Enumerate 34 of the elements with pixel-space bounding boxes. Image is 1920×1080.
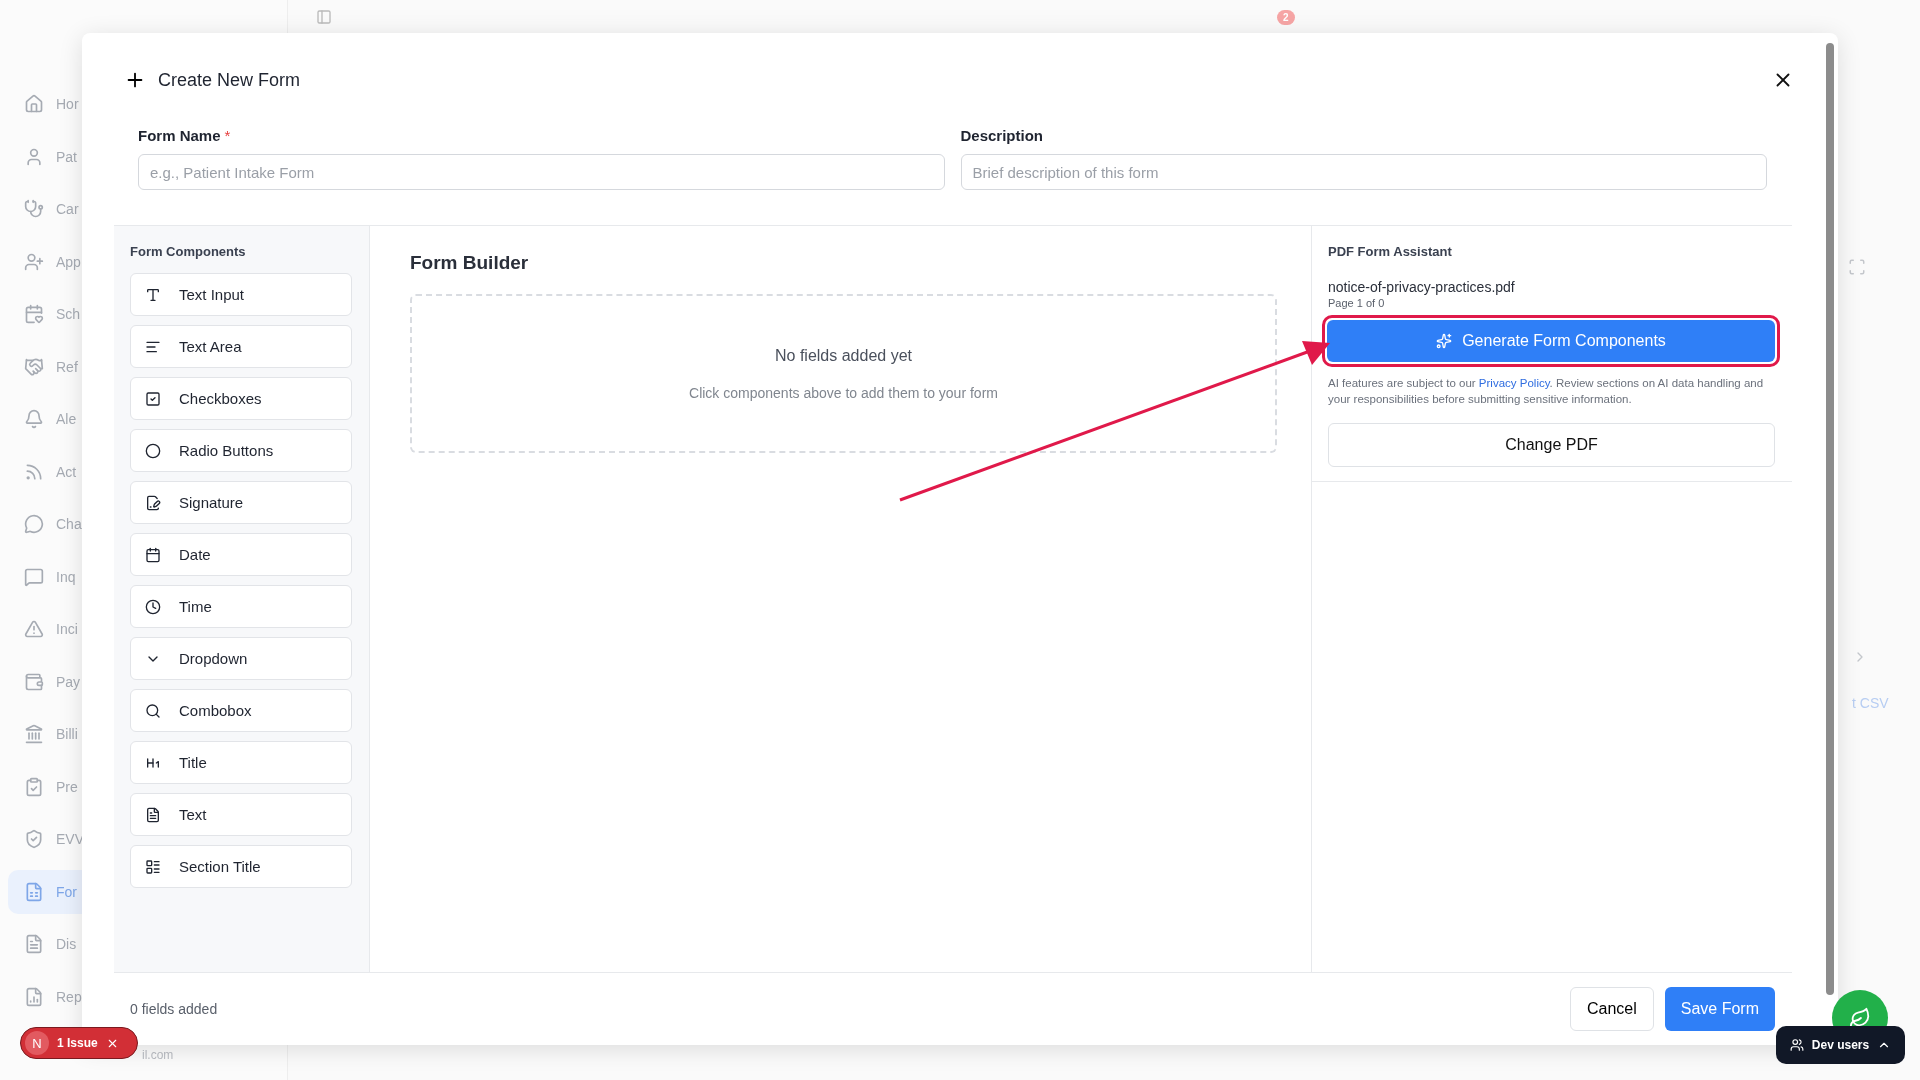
sidebar-label: Cha [56,516,82,532]
ai-notice: AI features are subject to our Privacy Policy. Review sections on AI data handling and your responsibilities before submitting sensitive information. [1328,376,1765,407]
notification-badge: 2 [1277,10,1295,25]
sidebar-label: Billi [56,726,78,742]
sidebar-label: Ale [56,411,77,427]
field-label: Form Name [138,127,221,144]
sidebar-label: Act [56,463,77,480]
sidebar-label: For [56,883,77,900]
panel-title: PDF Form Assistant [1328,244,1453,259]
sidebar-label: Dis [56,936,77,952]
sidebar-label: Car [56,201,79,217]
sidebar-label: Pre [56,778,78,795]
field-label: Description [960,127,1043,144]
sidebar-label: App [56,253,81,270]
avatar: N [25,1031,49,1055]
account-email: il.com [142,1048,174,1062]
sidebar-label: Inq [56,568,76,585]
sidebar-label: Pat [56,148,77,165]
required-mark: * [224,127,231,144]
fields-count: 0 fields added [130,1001,218,1017]
empty-hint: Click components above to add them to your form [689,384,998,401]
sidebar-label: Inci [56,621,78,637]
sidebar-label: Hor [56,96,79,112]
issues-label: 1 Issue [57,1036,98,1050]
sidebar-label: Sch [56,306,81,322]
builder-title: Form Builder [410,252,530,274]
sidebar-label: Pay [56,673,81,690]
page-info: Page 1 of 0 [1328,297,1386,309]
sidebar-label: Ref [56,358,78,375]
file-name: notice-of-privacy-practices.pdf [1328,279,1516,295]
empty-title: No fields added yet [775,346,912,365]
dialog-title: Create New Form [158,69,301,91]
panel-title: Form Components [130,244,247,259]
sidebar-label: Rep [56,988,82,1005]
